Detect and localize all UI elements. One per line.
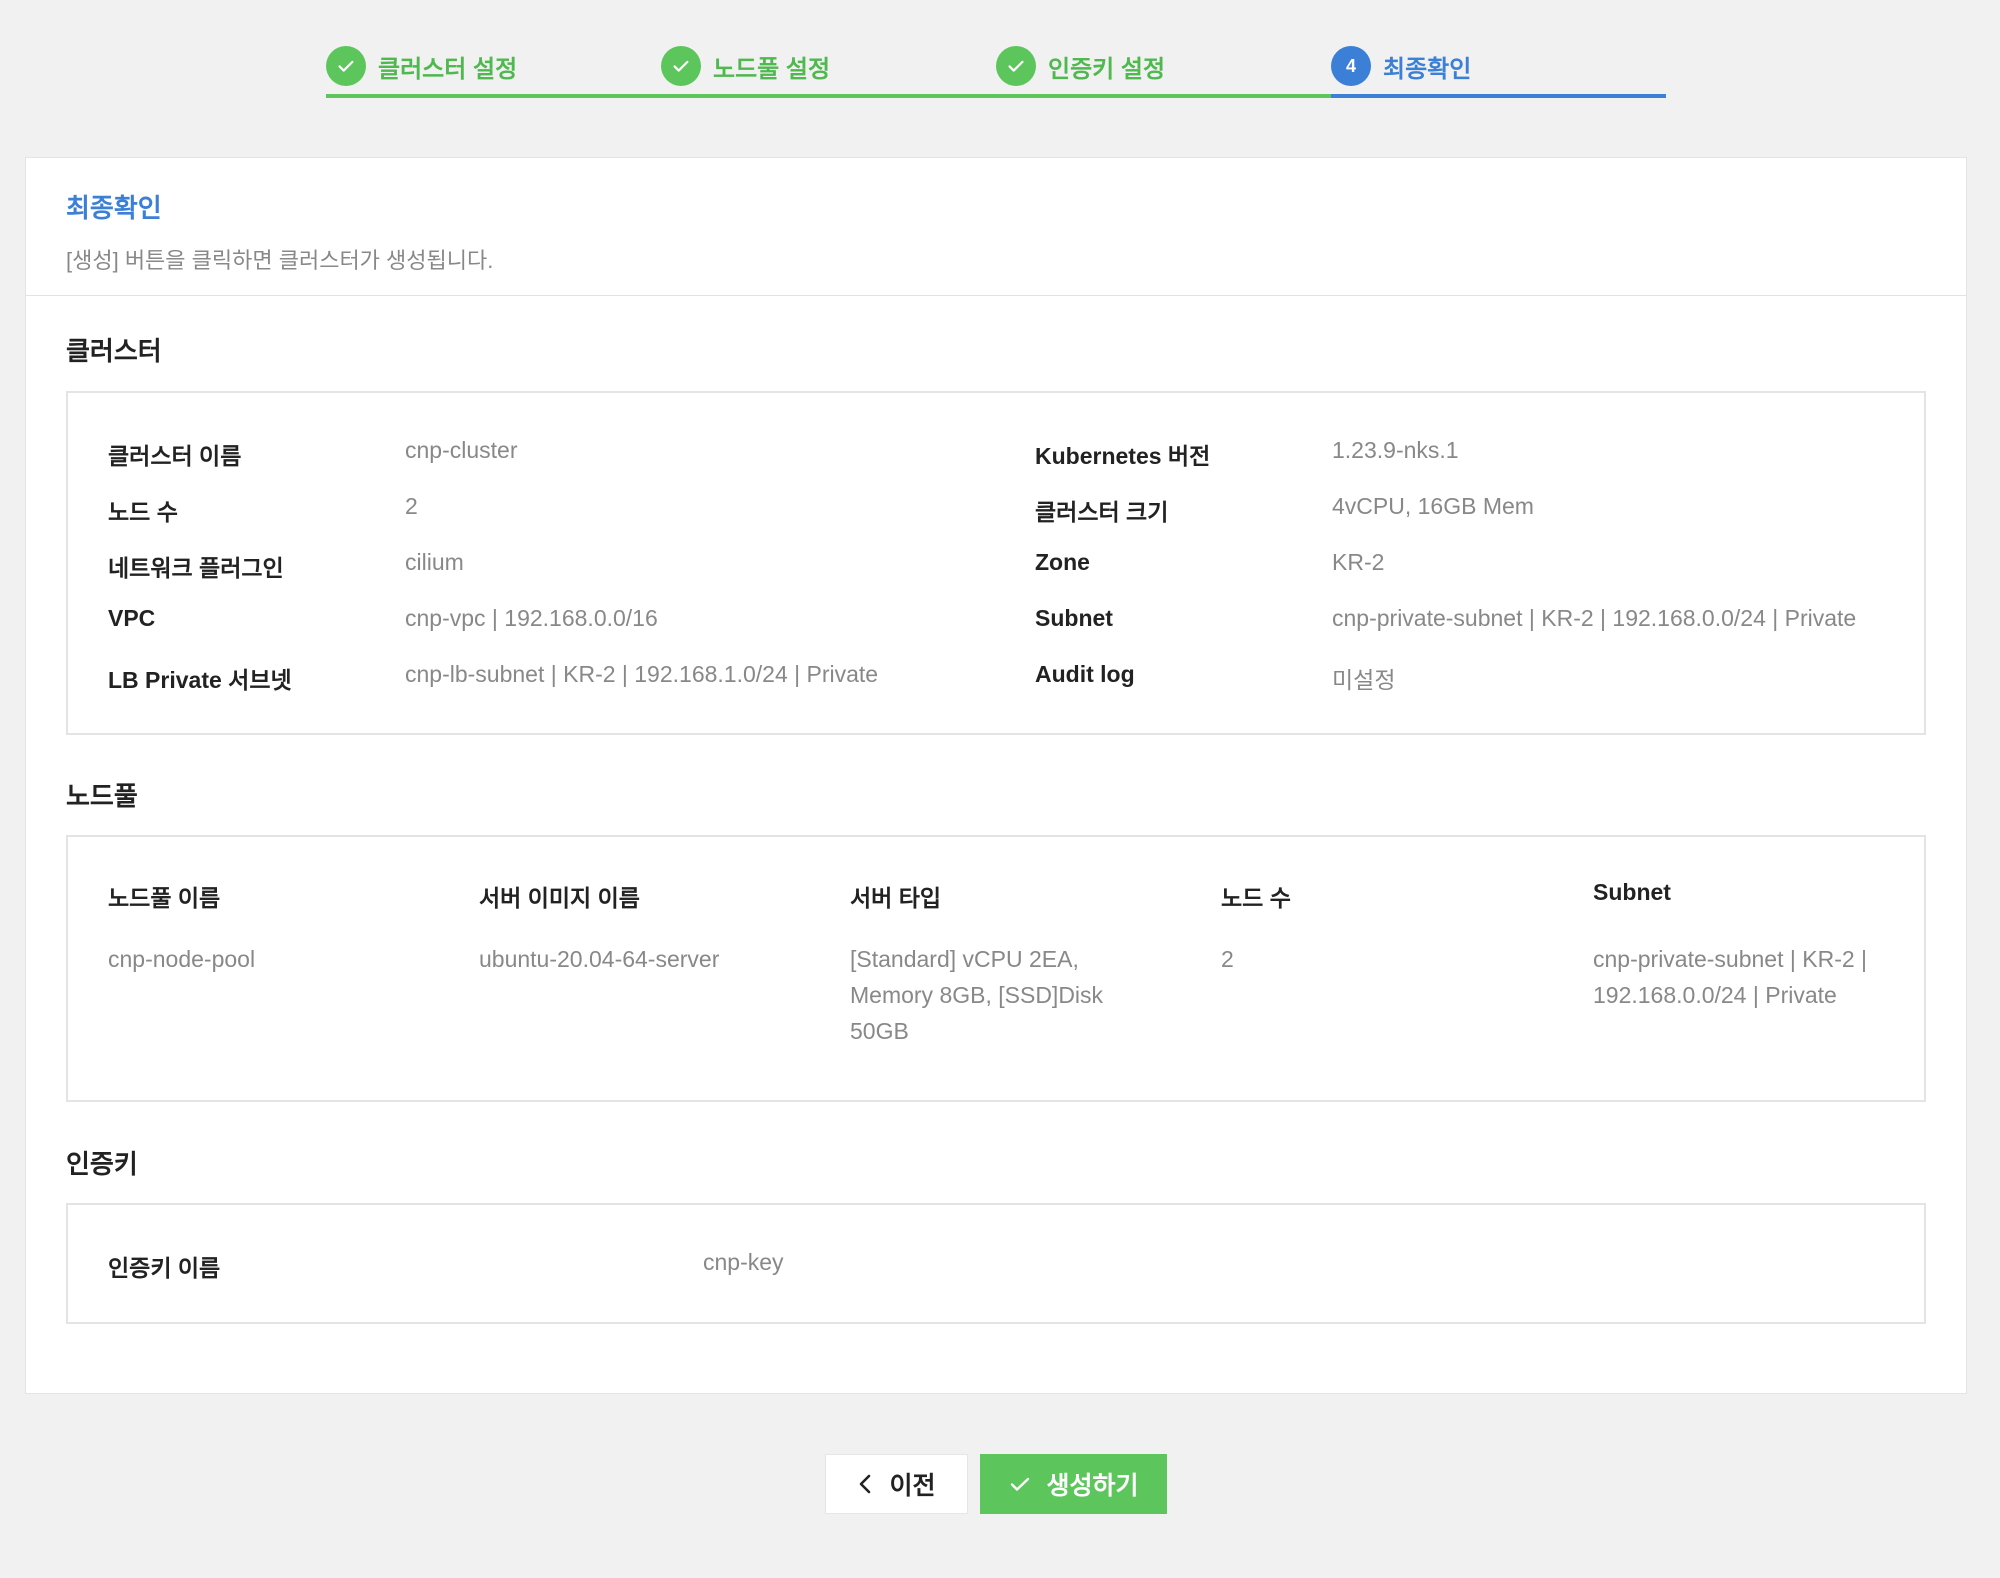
server-type-cell: [Standard] vCPU 2EA, Memory 8GB, [SSD]Di…: [850, 941, 1103, 1049]
step-number-badge: 4: [1331, 46, 1371, 86]
nodepool-table: 노드풀 이름 서버 이미지 이름 서버 타입 노드 수 Subnet cnp-n…: [66, 835, 1926, 1102]
cluster-size-label: 클러스터 크기: [1035, 499, 1169, 525]
audit-log-value: 미설정: [1332, 667, 1396, 693]
check-icon: [1011, 1477, 1030, 1491]
column-header: Subnet: [1593, 879, 1671, 905]
k8s-version-value: 1.23.9-nks.1: [1332, 437, 1459, 463]
section-title-authkey: 인증키: [66, 1149, 138, 1179]
authkey-name-value: cnp-key: [703, 1249, 784, 1275]
step-label: 노드풀 설정: [713, 55, 831, 83]
lb-subnet-value: cnp-lb-subnet | KR-2 | 192.168.1.0/24 | …: [405, 661, 879, 687]
page-description: [생성] 버튼을 클릭하면 클러스터가 생성됩니다.: [66, 248, 494, 273]
card-header: 최종확인 [생성] 버튼을 클릭하면 클러스터가 생성됩니다.: [26, 158, 1966, 296]
column-header: 노드풀 이름: [108, 885, 221, 911]
node-count-value: 2: [405, 493, 418, 519]
server-type-line: 50GB: [850, 1018, 909, 1044]
column-header: 서버 타입: [850, 885, 942, 911]
subnet-line: 192.168.0.0/24 | Private: [1593, 982, 1837, 1008]
step-cluster-settings[interactable]: 클러스터 설정: [326, 38, 661, 98]
cluster-info-box: 클러스터 이름 cnp-cluster 노드 수 2 네트워크 플러그인 cil…: [66, 391, 1926, 735]
audit-log-label: Audit log: [1035, 661, 1135, 687]
vpc-label: VPC: [108, 605, 156, 631]
step-number: 4: [1345, 55, 1356, 76]
vpc-value: cnp-vpc | 192.168.0.0/16: [405, 605, 658, 631]
step-final-confirm: 4 최종확인: [1331, 38, 1666, 98]
server-image-cell: ubuntu-20.04-64-server: [479, 946, 720, 972]
cluster-name-value: cnp-cluster: [405, 437, 518, 463]
network-plugin-value: cilium: [405, 549, 464, 575]
step-nodepool-settings[interactable]: 노드풀 설정: [661, 38, 996, 98]
node-count-label: 노드 수: [108, 499, 178, 525]
cluster-name-label: 클러스터 이름: [108, 443, 242, 469]
subnet-cell: cnp-private-subnet | KR-2 | 192.168.0.0/…: [1593, 941, 1867, 1013]
stepper: 클러스터 설정 노드풀 설정 인증키 설정 4 최종확인: [326, 38, 1666, 98]
prev-button[interactable]: 이전: [825, 1454, 968, 1514]
zone-label: Zone: [1035, 549, 1090, 575]
network-plugin-label: 네트워크 플러그인: [108, 555, 284, 581]
server-type-line: Memory 8GB, [SSD]Disk: [850, 982, 1104, 1008]
subnet-line: cnp-private-subnet | KR-2 |: [1593, 946, 1868, 972]
server-type-line: [Standard] vCPU 2EA,: [850, 946, 1079, 972]
section-title-cluster: 클러스터: [66, 336, 162, 366]
nodepool-name-cell: cnp-node-pool: [108, 946, 256, 972]
step-label: 클러스터 설정: [378, 55, 518, 83]
step-label: 인증키 설정: [1048, 55, 1166, 83]
column-header: 노드 수: [1221, 885, 1291, 911]
node-count-cell: 2: [1221, 946, 1234, 972]
create-button[interactable]: 생성하기: [980, 1454, 1167, 1514]
column-header: 서버 이미지 이름: [479, 885, 640, 911]
step-label: 최종확인: [1383, 55, 1472, 83]
check-icon: [996, 46, 1036, 86]
chevron-left-icon: [860, 1474, 871, 1494]
authkey-box: 인증키 이름 cnp-key: [66, 1203, 1926, 1324]
step-authkey-settings[interactable]: 인증키 설정: [996, 38, 1331, 98]
subnet-label: Subnet: [1035, 605, 1113, 631]
subnet-value: cnp-private-subnet | KR-2 | 192.168.0.0/…: [1332, 605, 1857, 631]
check-icon: [326, 46, 366, 86]
page-title: 최종확인: [66, 193, 162, 223]
prev-button-label: 이전: [889, 1472, 936, 1500]
zone-value: KR-2: [1332, 549, 1385, 575]
create-button-label: 생성하기: [1046, 1472, 1139, 1500]
lb-subnet-label: LB Private 서브넷: [108, 667, 292, 693]
k8s-version-label: Kubernetes 버전: [1035, 443, 1211, 469]
check-icon: [661, 46, 701, 86]
authkey-name-label: 인증키 이름: [108, 1255, 221, 1281]
confirm-card: 최종확인 [생성] 버튼을 클릭하면 클러스터가 생성됩니다. 클러스터 클러스…: [25, 157, 1967, 1394]
section-title-nodepool: 노드풀: [66, 781, 138, 811]
cluster-size-value: 4vCPU, 16GB Mem: [1332, 493, 1534, 519]
